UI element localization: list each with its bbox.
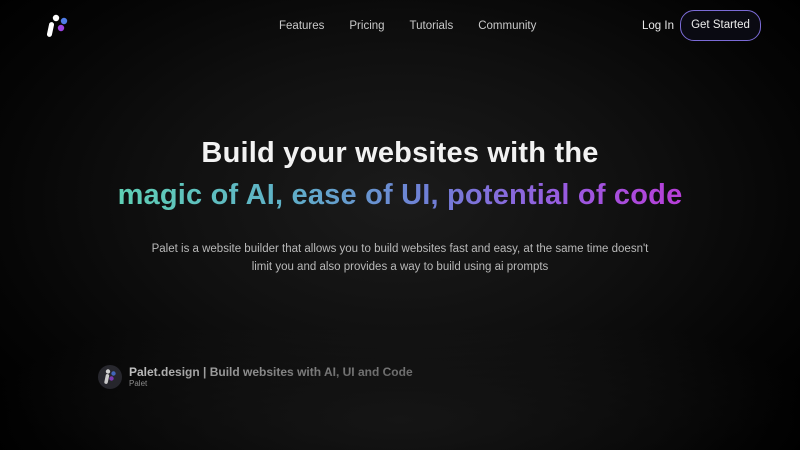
nav-link-community[interactable]: Community — [478, 18, 536, 34]
video-title[interactable]: Palet.design | Build websites with AI, U… — [129, 365, 413, 379]
nav-link-tutorials[interactable]: Tutorials — [410, 18, 454, 34]
hero-description: Palet is a website builder that allows y… — [151, 243, 649, 273]
hero-title: Build your websites with the — [201, 137, 599, 169]
landing-page: Features Pricing Tutorials Community Log… — [0, 0, 800, 450]
login-link[interactable]: Log In — [642, 18, 674, 34]
palet-avatar-icon — [98, 365, 122, 389]
hero-gradient-text: magic of AI, ease of UI, potential of co… — [117, 179, 683, 211]
main-menu: Features Pricing Tutorials Community — [279, 18, 561, 34]
video-channel[interactable]: Palet — [129, 379, 413, 389]
palet-logo-icon[interactable] — [44, 12, 72, 40]
video-card-text: Palet.design | Build websites with AI, U… — [129, 365, 413, 389]
get-started-button[interactable]: Get Started — [680, 10, 761, 41]
nav-link-features[interactable]: Features — [279, 18, 324, 34]
nav-link-pricing[interactable]: Pricing — [349, 18, 384, 34]
video-card[interactable]: Palet.design | Build websites with AI, U… — [98, 362, 413, 392]
top-navigation: Features Pricing Tutorials Community Log… — [0, 0, 800, 52]
hero-subtitle: magic of AI, ease of UI, potential of co… — [0, 177, 800, 213]
